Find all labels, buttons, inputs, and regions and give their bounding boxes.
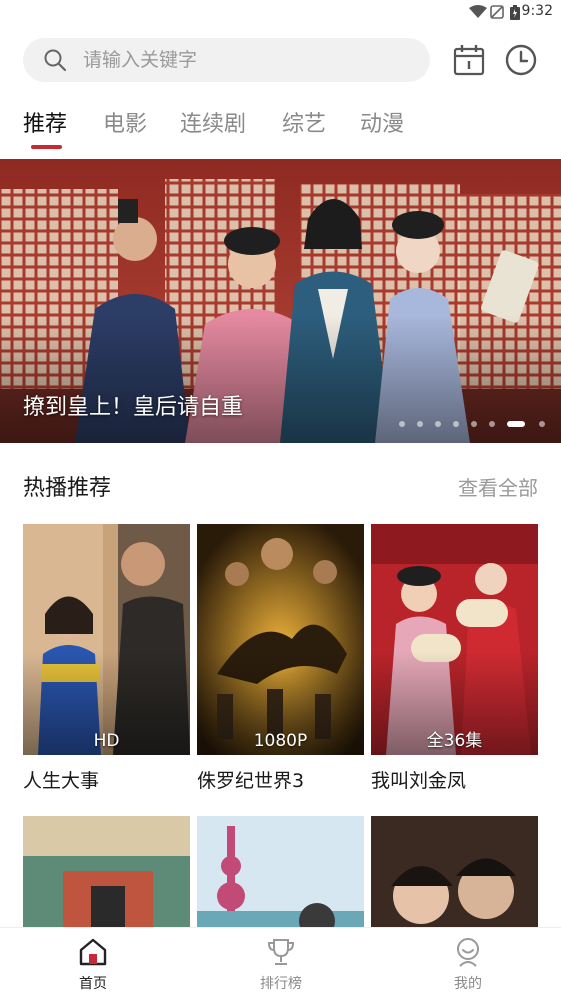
tab-anime[interactable]: 动漫	[360, 106, 404, 138]
wifi-icon	[469, 5, 487, 18]
nav-profile[interactable]: 我的	[408, 928, 528, 1000]
carousel-dot	[489, 421, 495, 427]
card-title: 侏罗纪世界3	[197, 770, 305, 792]
carousel-dot-active	[507, 421, 525, 427]
tab-series[interactable]: 连续剧	[180, 106, 246, 138]
card-title: 人生大事	[23, 770, 100, 792]
bottom-navigation: 首页 排行榜 我的	[0, 927, 561, 1000]
poster-image[interactable]	[23, 816, 190, 927]
nav-label: 排行榜	[260, 976, 302, 992]
carousel-dot	[453, 421, 459, 427]
poster-image: 全36集	[371, 524, 538, 755]
profile-icon	[457, 938, 479, 967]
trophy-icon	[267, 939, 295, 965]
active-tab-indicator	[31, 145, 62, 149]
view-all-link[interactable]: 查看全部	[458, 472, 538, 501]
no-sim-icon	[490, 5, 504, 19]
tab-recommend[interactable]: 推荐	[23, 106, 67, 138]
quality-badge: 1080P	[253, 731, 308, 751]
nav-home[interactable]: 首页	[33, 928, 153, 1000]
quality-badge: HD	[93, 731, 120, 751]
battery-icon	[510, 5, 520, 20]
section-title: 热播推荐	[23, 476, 112, 501]
tab-variety[interactable]: 综艺	[282, 106, 326, 138]
search-input[interactable]	[83, 38, 413, 82]
status-bar: 9:32	[0, 0, 561, 24]
carousel-indicator	[399, 421, 545, 427]
poster-image: 1080P	[197, 524, 364, 755]
banner-carousel[interactable]: 撩到皇上！皇后请自重	[0, 159, 561, 443]
card-title: 我叫刘金凤	[371, 770, 467, 792]
tab-movies[interactable]: 电影	[103, 106, 147, 138]
banner-title: 撩到皇上！皇后请自重	[23, 395, 244, 420]
carousel-dot	[399, 421, 405, 427]
carousel-dot	[417, 421, 423, 427]
poster-image[interactable]	[197, 816, 364, 927]
nav-label: 首页	[79, 976, 107, 992]
poster-image[interactable]	[371, 816, 538, 927]
carousel-dot	[471, 421, 477, 427]
nav-label: 我的	[454, 976, 482, 992]
episode-badge: 全36集	[426, 731, 483, 751]
poster-image: HD	[23, 524, 190, 755]
carousel-dot	[435, 421, 441, 427]
status-time: 9:32	[521, 3, 553, 19]
search-bar[interactable]	[23, 38, 430, 82]
calendar-icon[interactable]	[452, 43, 486, 77]
carousel-dot	[539, 421, 545, 427]
search-icon	[44, 49, 67, 72]
nav-ranking[interactable]: 排行榜	[221, 928, 341, 1000]
clock-icon[interactable]	[504, 43, 538, 77]
home-icon	[79, 938, 107, 966]
